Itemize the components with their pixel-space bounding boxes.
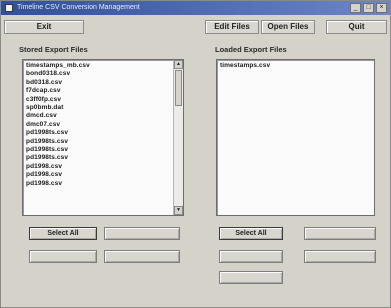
stored-file-item[interactable]: dmcd.csv (26, 112, 183, 120)
window-title: Timeline CSV Conversion Management (17, 4, 140, 11)
window-controls: _ □ × (350, 3, 387, 13)
title-bar: Timeline CSV Conversion Management _ □ × (1, 1, 390, 15)
stored-file-item[interactable]: pd1998ts.csv (26, 138, 183, 146)
left-select-all-button[interactable]: Select All (29, 227, 97, 240)
scroll-up-arrow-icon[interactable]: ▲ (174, 60, 183, 69)
close-icon[interactable]: × (376, 3, 387, 13)
exit-button[interactable]: Exit (4, 20, 84, 34)
main-window: Timeline CSV Conversion Management _ □ ×… (0, 0, 391, 308)
stored-files-scrollbar[interactable]: ▲ ▼ (173, 60, 183, 215)
loaded-file-item[interactable]: timestamps.csv (220, 62, 374, 70)
app-icon (5, 4, 13, 12)
stored-files-items: timestamps_mb.csv bond0318.csv bd0318.csv f… (23, 60, 183, 188)
scroll-thumb[interactable] (175, 70, 182, 106)
stored-file-item[interactable]: sp0bmb.dat (26, 104, 183, 112)
minimize-icon[interactable]: _ (350, 3, 361, 13)
right-disabled-button-a[interactable] (219, 250, 283, 263)
stored-file-item[interactable]: pd1998ts.csv (26, 146, 183, 154)
stored-file-item[interactable]: timestamps_mb.csv (26, 62, 183, 70)
loaded-files-items: timestamps.csv (217, 60, 374, 70)
stored-file-item[interactable]: pd1998ts.csv (26, 154, 183, 162)
left-secondary-button[interactable] (104, 227, 180, 240)
edit-files-button[interactable]: Edit Files (205, 20, 259, 34)
stored-file-item[interactable]: bond0318.csv (26, 70, 183, 78)
right-disabled-button-c[interactable] (219, 271, 283, 284)
quit-button[interactable]: Quit (326, 20, 387, 34)
stored-file-item[interactable]: f7dcap.csv (26, 87, 183, 95)
stored-file-item[interactable]: dmc07.csv (26, 121, 183, 129)
left-disabled-button-a[interactable] (29, 250, 97, 263)
maximize-icon[interactable]: □ (363, 3, 374, 13)
right-disabled-button-b[interactable] (304, 250, 376, 263)
stored-files-title: Stored Export Files (19, 45, 88, 54)
open-files-button[interactable]: Open Files (261, 20, 315, 34)
stored-files-list[interactable]: timestamps_mb.csv bond0318.csv bd0318.csv f… (22, 59, 184, 216)
stored-file-item[interactable]: bd0318.csv (26, 79, 183, 87)
loaded-files-title: Loaded Export Files (215, 45, 287, 54)
stored-file-item[interactable]: pd1998ts.csv (26, 129, 183, 137)
scroll-down-arrow-icon[interactable]: ▼ (174, 206, 183, 215)
stored-file-item[interactable]: pd1998.csv (26, 171, 183, 179)
toolbar: Exit Edit Files Open Files Quit (4, 20, 387, 34)
left-disabled-button-b[interactable] (104, 250, 180, 263)
stored-file-item[interactable]: pd1998.csv (26, 180, 183, 188)
stored-file-item[interactable]: c3ff0fp.csv (26, 96, 183, 104)
loaded-files-list[interactable]: timestamps.csv (216, 59, 375, 216)
right-secondary-button[interactable] (304, 227, 376, 240)
right-select-all-button[interactable]: Select All (219, 227, 283, 240)
stored-file-item[interactable]: pd1998.csv (26, 163, 183, 171)
